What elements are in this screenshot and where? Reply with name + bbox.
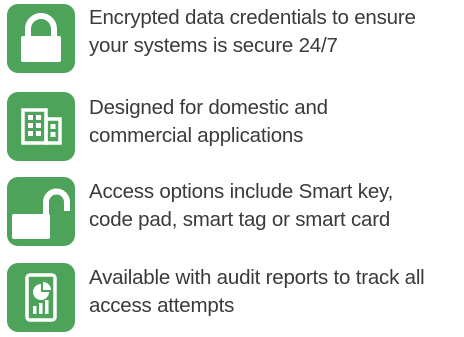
feature-text-line: Encrypted data credentials to ensure bbox=[89, 6, 416, 29]
feature-text-line: Available with audit reports to track al… bbox=[89, 266, 425, 289]
feature-item-audit-reports: Available with audit reports to track al… bbox=[7, 263, 462, 333]
building-icon bbox=[7, 92, 75, 161]
feature-item-access-options: Access options include Smart key, code p… bbox=[7, 177, 462, 247]
feature-description: Encrypted data credentials to ensure you… bbox=[89, 4, 464, 60]
feature-description: Designed for domestic and commercial app… bbox=[89, 94, 464, 150]
feature-item-applications: Designed for domestic and commercial app… bbox=[7, 92, 462, 162]
feature-item-encryption: Encrypted data credentials to ensure you… bbox=[7, 4, 462, 74]
feature-text-line: commercial applications bbox=[89, 124, 304, 147]
feature-text-line: access attempts bbox=[89, 294, 235, 317]
feature-description: Access options include Smart key, code p… bbox=[89, 178, 464, 234]
unlocked-padlock-icon bbox=[7, 177, 75, 246]
feature-text-line: Designed for domestic and bbox=[89, 96, 328, 119]
audit-report-icon bbox=[7, 263, 75, 332]
feature-text-line: your systems is secure 24/7 bbox=[89, 34, 338, 57]
feature-text-line: Access options include Smart key, bbox=[89, 180, 394, 203]
feature-text-line: code pad, smart tag or smart card bbox=[89, 208, 391, 231]
padlock-icon bbox=[7, 4, 75, 73]
feature-description: Available with audit reports to track al… bbox=[89, 264, 464, 320]
